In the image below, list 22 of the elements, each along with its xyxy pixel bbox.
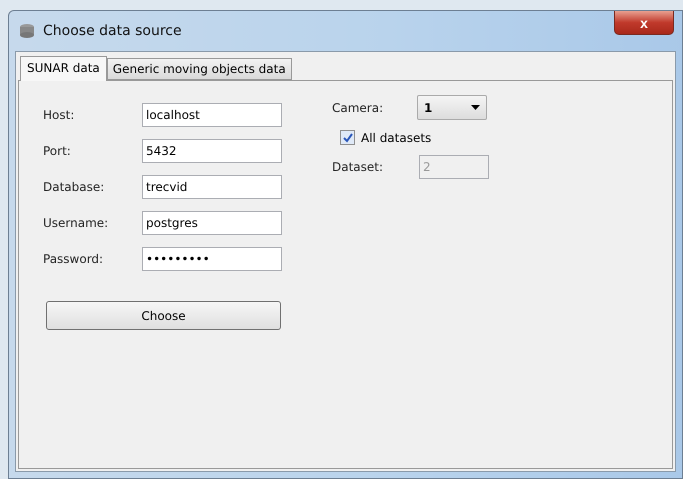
tab[interactable]: SUNAR data <box>20 56 107 81</box>
input-field[interactable]: 5432 <box>142 139 282 163</box>
field-label: Dataset: <box>332 160 384 174</box>
camera-dropdown[interactable]: 1 <box>417 95 487 120</box>
field-label: Username: <box>43 216 110 230</box>
field-label: Camera: <box>332 100 384 114</box>
field-label: Database: <box>43 180 106 194</box>
field-label: Host: <box>43 108 76 122</box>
field-label: Port: <box>43 144 72 158</box>
input-field[interactable]: postgres <box>142 211 282 235</box>
caret-icon <box>471 105 480 110</box>
field-label: Password: <box>43 252 104 266</box>
close-button[interactable]: x <box>614 11 674 35</box>
input-field[interactable]: ••••••••• <box>142 247 282 271</box>
input-field[interactable]: trecvid <box>142 175 282 199</box>
input-field[interactable]: localhost <box>142 103 282 127</box>
tab[interactable]: Generic moving objects data <box>106 58 292 80</box>
window-title: Choose data source <box>43 23 183 39</box>
choose-button[interactable]: Choose <box>46 301 281 330</box>
checkbox-label: All datasets <box>361 130 432 144</box>
checkbox[interactable] <box>340 130 355 145</box>
database-icon <box>19 23 35 39</box>
